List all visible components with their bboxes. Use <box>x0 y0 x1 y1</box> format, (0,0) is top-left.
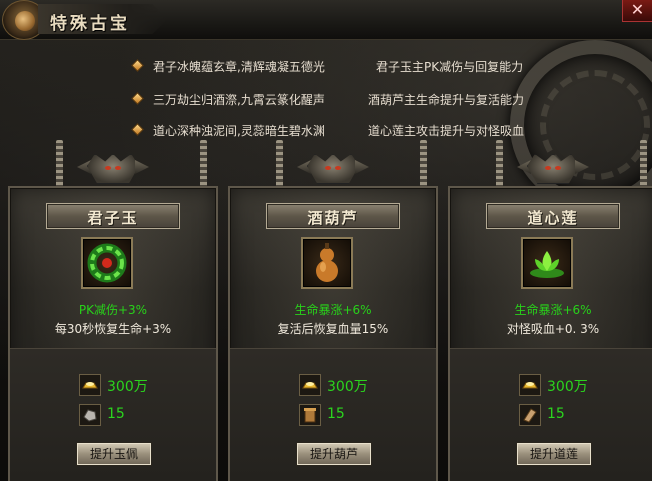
diamond-bullet-icon <box>131 59 144 72</box>
chain-decoration <box>496 140 503 190</box>
upgrade-gourd-button[interactable]: 提升葫芦 <box>296 442 372 466</box>
chain-decoration <box>420 140 427 190</box>
skull-ornament-icon <box>297 146 369 192</box>
chain-decoration <box>640 140 647 190</box>
diamond-bullet-icon <box>131 123 144 136</box>
stat-primary: 生命暴涨+6% <box>294 303 372 317</box>
stat-secondary: 复活后恢复血量15% <box>277 322 389 336</box>
description-verse: 三万劫尘归酒漈,九霄云篆化醒声 <box>153 93 325 107</box>
chain-decoration <box>276 140 283 190</box>
stone-material-icon <box>79 404 101 426</box>
description-effect: 君子玉主PK减伤与回复能力 <box>376 60 524 74</box>
card-title-plate: 道心莲 <box>486 203 620 229</box>
treasure-card-jade: 君子玉 PK减伤+3% 每30秒恢复生命+3% 300万 15 提升玉佩 <box>8 186 218 481</box>
gourd-icon[interactable] <box>301 237 353 289</box>
description-effect: 道心莲主攻击提升与对怪吸血 <box>368 124 525 138</box>
description-verse: 君子冰魄蕴玄章,清辉魂凝五德光 <box>153 60 325 74</box>
chain-decoration <box>200 140 207 190</box>
material-count: 15 <box>547 406 565 422</box>
card-title: 君子玉 <box>87 209 139 227</box>
gold-cost: 300万 <box>107 379 148 395</box>
close-button[interactable]: ✕ <box>622 0 652 22</box>
ancient-treasure-panel: 特殊古宝 ✕ 君子冰魄蕴玄章,清辉魂凝五德光 君子玉主PK减伤与回复能力 三万劫… <box>0 0 652 481</box>
card-title: 道心莲 <box>527 209 579 227</box>
stat-secondary: 每30秒恢复生命+3% <box>54 322 172 336</box>
material-count: 15 <box>327 406 345 422</box>
treasure-card-lotus: 道心莲 生命暴涨+6% 对怪吸血+0. 3% 300万 15 提升道莲 <box>448 186 652 481</box>
upgrade-jade-button[interactable]: 提升玉佩 <box>76 442 152 466</box>
stat-primary: PK减伤+3% <box>78 303 148 317</box>
jade-ring-icon[interactable] <box>81 237 133 289</box>
card-title-plate: 君子玉 <box>46 203 180 229</box>
scroll-material-icon <box>299 404 321 426</box>
title-bar: 特殊古宝 ✕ <box>0 0 652 40</box>
gold-ingot-icon <box>519 374 541 396</box>
wood-material-icon <box>519 404 541 426</box>
material-count: 15 <box>107 406 125 422</box>
skull-ornament-icon <box>517 146 589 192</box>
lotus-icon[interactable] <box>521 237 573 289</box>
page-title: 特殊古宝 <box>50 14 130 34</box>
description-effect: 酒葫芦主生命提升与复活能力 <box>368 93 525 107</box>
stat-secondary: 对怪吸血+0. 3% <box>506 322 600 336</box>
gold-cost: 300万 <box>327 379 368 395</box>
treasure-card-gourd: 酒葫芦 生命暴涨+6% 复活后恢复血量15% 300万 15 提升葫芦 <box>228 186 438 481</box>
chain-decoration <box>56 140 63 190</box>
description-verse: 道心深种浊泥间,灵蕊暗生碧水渊 <box>153 124 325 138</box>
gold-ingot-icon <box>299 374 321 396</box>
card-title: 酒葫芦 <box>307 209 359 227</box>
gold-ingot-icon <box>79 374 101 396</box>
upgrade-lotus-button[interactable]: 提升道莲 <box>516 442 592 466</box>
card-title-plate: 酒葫芦 <box>266 203 400 229</box>
stat-primary: 生命暴涨+6% <box>514 303 592 317</box>
diamond-bullet-icon <box>131 92 144 105</box>
gold-cost: 300万 <box>547 379 588 395</box>
skull-ornament-icon <box>77 146 149 192</box>
